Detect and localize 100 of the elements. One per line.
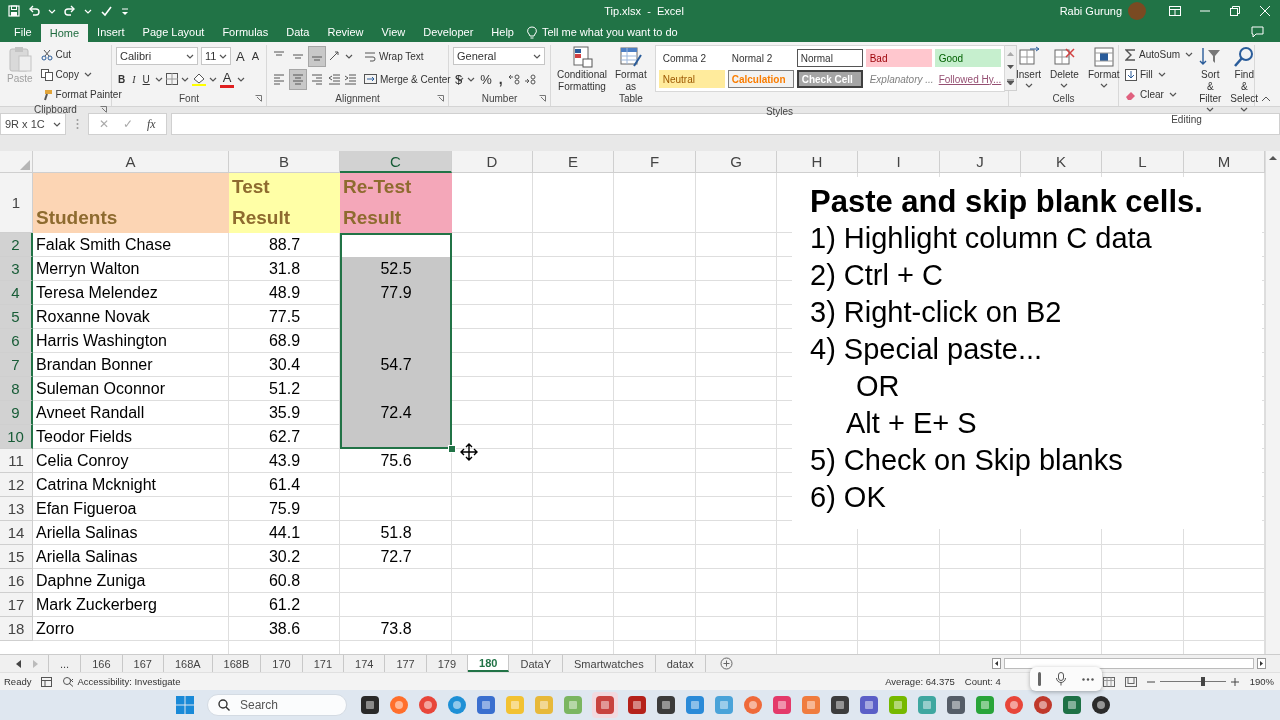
menu-tab[interactable]: Help	[482, 22, 523, 42]
increase-indent-icon[interactable]	[344, 73, 357, 85]
comment-icon[interactable]	[1251, 26, 1264, 38]
menu-tab[interactable]: Home	[40, 24, 89, 42]
zoom-in-icon[interactable]	[1230, 677, 1239, 686]
cell-style[interactable]: Followed Hy...	[934, 70, 1001, 88]
column-header[interactable]: I	[858, 151, 940, 173]
row-header[interactable]: 17	[0, 593, 33, 617]
caret-icon[interactable]	[53, 120, 61, 128]
redo-icon[interactable]	[64, 5, 76, 17]
borders-icon[interactable]	[165, 73, 178, 85]
row-header[interactable]: 7	[0, 353, 33, 377]
page-layout-icon[interactable]	[1124, 676, 1137, 687]
normal-view-icon[interactable]	[1102, 676, 1115, 687]
insert-button[interactable]: Insert	[1013, 45, 1044, 90]
row-header[interactable]: 1	[0, 173, 33, 233]
tell-me-search[interactable]: Tell me what you want to do	[541, 26, 678, 38]
cut-button[interactable]: Cut	[38, 45, 74, 64]
menu-tab[interactable]: Data	[277, 22, 319, 42]
previous-sheet-icon[interactable]	[16, 659, 21, 668]
column-header[interactable]: F	[614, 151, 696, 173]
column-header[interactable]: C	[340, 151, 452, 173]
wrap-text-button[interactable]: Wrap Text	[362, 46, 426, 66]
delete-button[interactable]: Delete	[1047, 45, 1082, 90]
increase-decimal-icon[interactable]	[507, 73, 521, 85]
menu-tab[interactable]: Review	[318, 22, 373, 42]
format-button[interactable]: Format	[1084, 45, 1123, 90]
caret-icon[interactable]	[208, 75, 217, 83]
sheet-tab[interactable]: 180	[468, 655, 510, 672]
save-icon[interactable]	[8, 5, 20, 17]
caret-icon[interactable]	[154, 75, 163, 83]
sort-filter-button[interactable]: Sort & Filter	[1196, 45, 1225, 114]
row-header[interactable]: 5	[0, 305, 33, 329]
accessibility-icon[interactable]	[62, 676, 75, 687]
column-header[interactable]: L	[1102, 151, 1184, 173]
collapse-ribbon-icon[interactable]	[1261, 96, 1271, 102]
format-as-table-button[interactable]: Format as Table	[612, 45, 650, 106]
row-header[interactable]: 2	[0, 233, 33, 257]
restore-icon[interactable]	[1230, 6, 1240, 16]
cell-style[interactable]: Comma 2	[658, 49, 725, 67]
column-header[interactable]: K	[1021, 151, 1102, 173]
font-name-field[interactable]: Calibri	[116, 47, 198, 65]
scroll-left-icon[interactable]	[992, 658, 1001, 669]
decrease-decimal-icon[interactable]	[523, 73, 537, 85]
app-icon[interactable]	[1091, 695, 1111, 715]
row-header[interactable]: 16	[0, 569, 33, 593]
app-icon[interactable]	[627, 695, 647, 715]
cell-style[interactable]: Explanatory ...	[865, 70, 932, 88]
percent-button[interactable]: %	[478, 69, 494, 89]
autosum-button[interactable]: AutoSum	[1123, 45, 1183, 64]
text-orientation-icon[interactable]	[328, 50, 342, 62]
accessibility-status[interactable]: Accessibility: Investigate	[77, 676, 181, 687]
app-icon[interactable]	[830, 695, 850, 715]
insert-function-button[interactable]: fx	[147, 116, 156, 132]
row-header[interactable]: 11	[0, 449, 33, 473]
cell-style[interactable]: Normal	[796, 49, 863, 67]
app-icon[interactable]	[656, 695, 676, 715]
column-header[interactable]: D	[452, 151, 533, 173]
caret-icon[interactable]	[1157, 71, 1166, 78]
column-header[interactable]: A	[33, 151, 229, 173]
ribbon-display-icon[interactable]	[1169, 6, 1181, 16]
cell-style[interactable]: Normal 2	[727, 49, 794, 67]
app-icon[interactable]	[360, 695, 380, 715]
column-header[interactable]: E	[533, 151, 614, 173]
dialog-launcher-icon[interactable]	[437, 95, 444, 102]
column-header[interactable]: M	[1184, 151, 1265, 173]
row-header[interactable]: 4	[0, 281, 33, 305]
menu-tab[interactable]: Insert	[88, 22, 134, 42]
fill-color-icon[interactable]	[191, 72, 206, 86]
caret-icon[interactable]	[186, 52, 194, 60]
conditional-formatting-button[interactable]: Conditional Formatting	[555, 45, 609, 94]
row-header[interactable]: 18	[0, 617, 33, 641]
grow-font-button[interactable]: A	[234, 46, 247, 66]
zoom-level[interactable]: 190%	[1249, 676, 1274, 687]
dialog-launcher-icon[interactable]	[100, 106, 107, 113]
microphone-icon[interactable]	[1056, 672, 1067, 686]
add-sheet-icon[interactable]	[719, 657, 733, 670]
copy-button[interactable]: Copy	[38, 65, 81, 84]
column-header[interactable]: J	[940, 151, 1021, 173]
row-header[interactable]: 10	[0, 425, 33, 449]
dialog-launcher-icon[interactable]	[539, 95, 546, 102]
row-header[interactable]: 15	[0, 545, 33, 569]
font-size-field[interactable]: 11	[201, 47, 231, 65]
column-header[interactable]: H	[777, 151, 858, 173]
scroll-right-icon[interactable]	[1257, 658, 1266, 669]
find-select-button[interactable]: Find & Select	[1227, 45, 1262, 114]
row-header[interactable]: 9	[0, 401, 33, 425]
column-header[interactable]: G	[696, 151, 777, 173]
menu-tab[interactable]: Formulas	[213, 22, 278, 42]
more-icon[interactable]	[1082, 677, 1095, 681]
fill-button[interactable]: Fill	[1123, 65, 1155, 84]
cell-style[interactable]: Bad	[865, 49, 932, 67]
underline-button[interactable]: U	[140, 69, 152, 89]
clear-button[interactable]: Clear	[1123, 85, 1166, 104]
search-field[interactable]: Search	[207, 694, 347, 716]
menu-tab[interactable]: View	[372, 22, 415, 42]
caret-icon[interactable]	[345, 52, 353, 60]
row-header[interactable]: 3	[0, 257, 33, 281]
dialog-launcher-icon[interactable]	[255, 95, 262, 102]
drag-handle-icon[interactable]	[1037, 672, 1041, 686]
